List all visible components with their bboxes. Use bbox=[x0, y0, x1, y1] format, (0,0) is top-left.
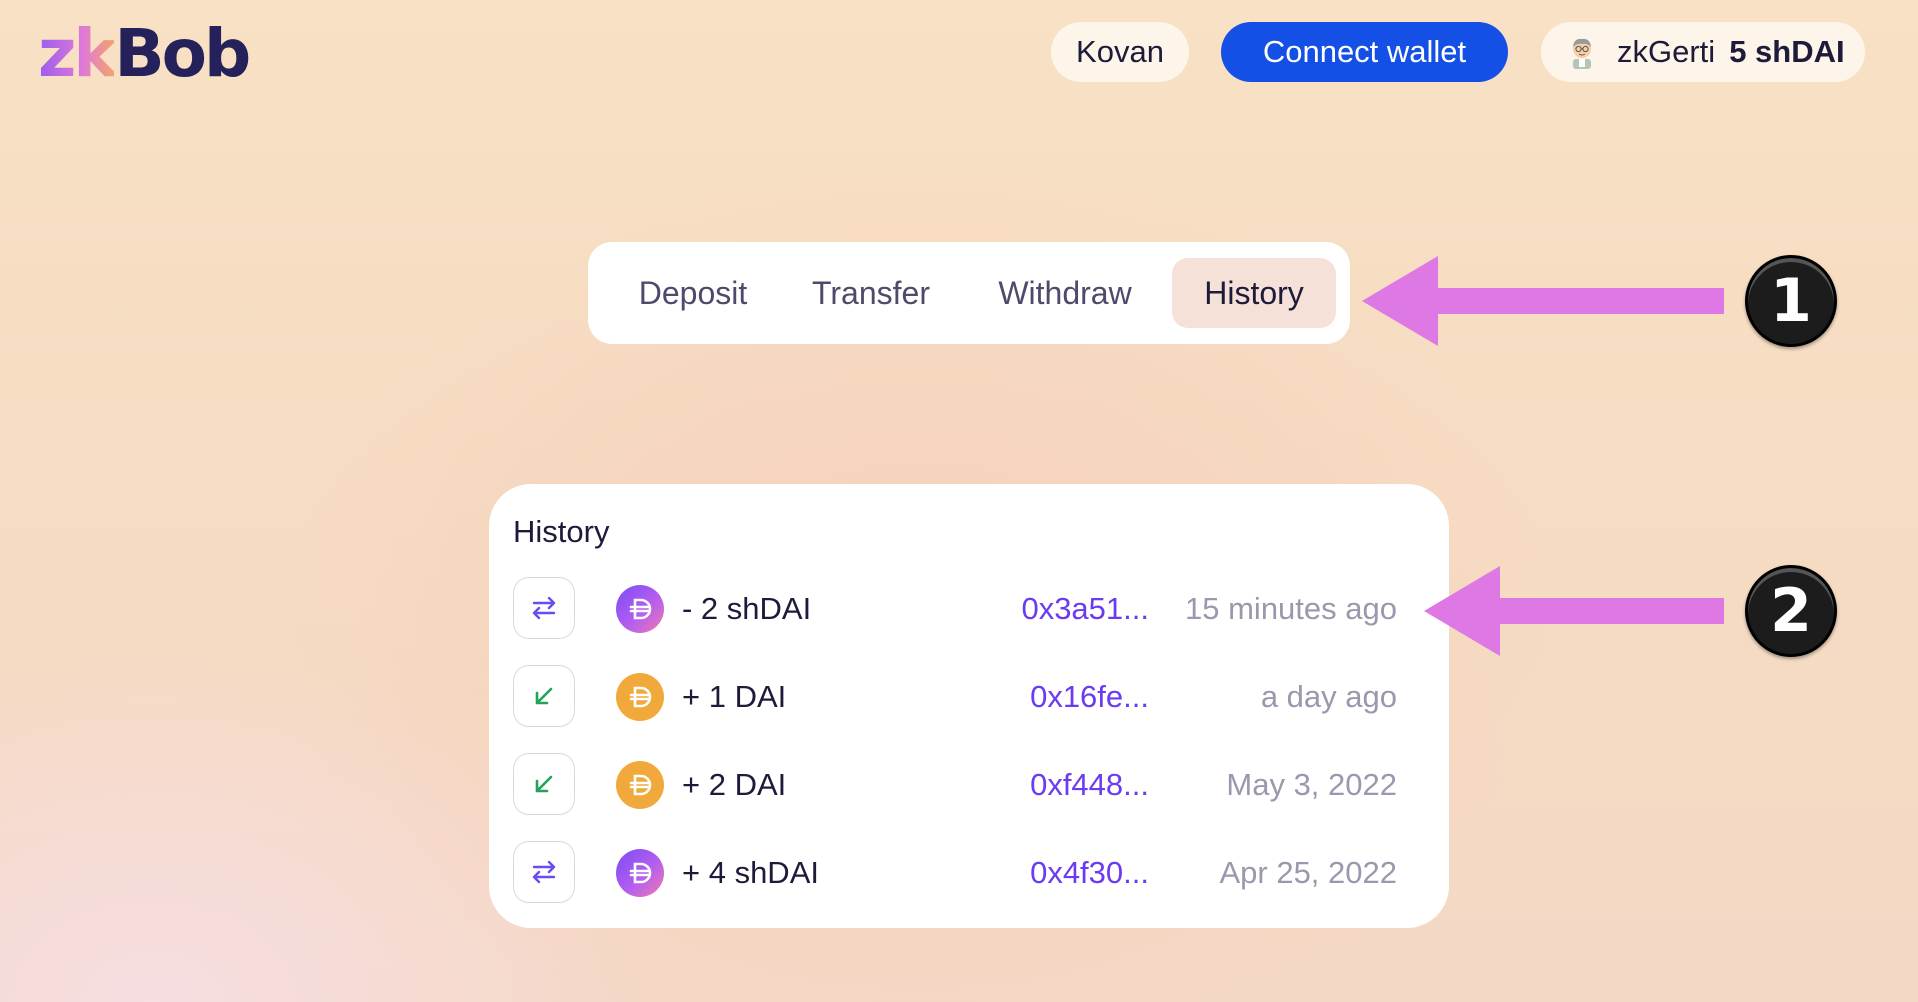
annotation-badge-2: 2 bbox=[1745, 565, 1837, 657]
network-selector[interactable]: Kovan bbox=[1051, 22, 1189, 82]
tx-amount: + 1 DAI bbox=[682, 679, 787, 714]
history-card: History - 2 shDAI 0x3a51... 15 minutes a… bbox=[489, 484, 1449, 928]
history-title: History bbox=[513, 514, 610, 549]
shdai-token-icon bbox=[616, 585, 664, 633]
account-name: zkGerti bbox=[1617, 34, 1716, 69]
tx-hash-link[interactable]: 0x4f30... bbox=[1030, 841, 1149, 905]
dai-token-icon bbox=[616, 673, 664, 721]
transfer-icon bbox=[513, 841, 575, 903]
tx-time: May 3, 2022 bbox=[1226, 767, 1397, 802]
tx-time: 15 minutes ago bbox=[1185, 591, 1397, 626]
deposit-icon bbox=[513, 665, 575, 727]
logo-prefix: zk bbox=[38, 15, 117, 92]
history-row: - 2 shDAI 0x3a51... 15 minutes ago bbox=[489, 577, 1449, 641]
network-label: Kovan bbox=[1076, 34, 1164, 69]
tx-hash-link[interactable]: 0x16fe... bbox=[1030, 665, 1149, 729]
tab-transfer[interactable]: Transfer bbox=[796, 258, 946, 328]
tab-deposit[interactable]: Deposit bbox=[618, 258, 768, 328]
history-row: + 1 DAI 0x16fe... a day ago bbox=[489, 665, 1449, 729]
shdai-token-icon bbox=[616, 849, 664, 897]
dai-token-icon bbox=[616, 761, 664, 809]
history-row: + 2 DAI 0xf448... May 3, 2022 bbox=[489, 753, 1449, 817]
tab-withdraw[interactable]: Withdraw bbox=[980, 258, 1150, 328]
annotation-arrow-2 bbox=[1424, 566, 1724, 656]
tx-amount: - 2 shDAI bbox=[682, 591, 812, 626]
tx-hash-link[interactable]: 0xf448... bbox=[1030, 753, 1149, 817]
connect-wallet-label: Connect wallet bbox=[1262, 34, 1467, 69]
tx-amount: + 4 shDAI bbox=[682, 855, 819, 890]
connect-wallet-button[interactable]: Connect wallet bbox=[1221, 22, 1508, 82]
annotation-badge-1: 1 bbox=[1745, 255, 1837, 347]
account-balance: 5 shDAI bbox=[1729, 34, 1845, 69]
annotation-arrow-1 bbox=[1362, 256, 1724, 346]
tx-amount: + 2 DAI bbox=[682, 767, 787, 802]
logo[interactable]: zkBob bbox=[38, 15, 251, 92]
tab-history[interactable]: History bbox=[1172, 258, 1336, 328]
tx-hash-link[interactable]: 0x3a51... bbox=[1021, 577, 1149, 641]
avatar bbox=[1565, 35, 1599, 69]
logo-suffix: Bob bbox=[114, 15, 251, 92]
account-button[interactable]: zkGerti 5 shDAI bbox=[1541, 22, 1865, 82]
transfer-icon bbox=[513, 577, 575, 639]
history-row: + 4 shDAI 0x4f30... Apr 25, 2022 bbox=[489, 841, 1449, 905]
deposit-icon bbox=[513, 753, 575, 815]
tx-time: Apr 25, 2022 bbox=[1219, 855, 1397, 890]
tab-bar: Deposit Transfer Withdraw History bbox=[588, 242, 1350, 344]
tx-time: a day ago bbox=[1260, 679, 1397, 714]
